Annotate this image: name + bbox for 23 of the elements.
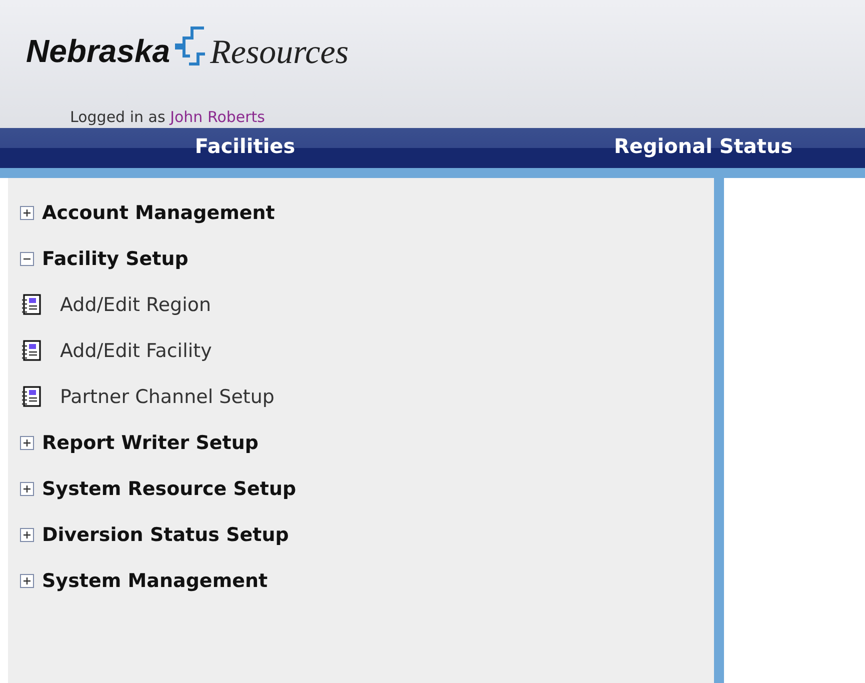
logo-subtitle: Resources bbox=[210, 36, 349, 70]
login-text: Logged in as John Roberts bbox=[69, 108, 266, 128]
page-icon bbox=[20, 386, 42, 408]
expand-icon[interactable] bbox=[20, 206, 34, 220]
menu-link[interactable]: Add/Edit Facility bbox=[60, 340, 212, 362]
menu-link[interactable]: Partner Channel Setup bbox=[60, 386, 274, 408]
expand-icon[interactable] bbox=[20, 574, 34, 588]
menu-section[interactable]: Account Management bbox=[42, 202, 275, 224]
expand-icon[interactable] bbox=[20, 528, 34, 542]
menu-section[interactable]: Facility Setup bbox=[42, 248, 188, 270]
nav-tab[interactable]: Regional Status bbox=[490, 128, 793, 158]
menu-link[interactable]: Add/Edit Region bbox=[60, 294, 212, 316]
nav-tab[interactable]: Facilities bbox=[0, 128, 490, 158]
expand-icon[interactable] bbox=[20, 482, 34, 496]
menu-section[interactable]: System Resource Setup bbox=[42, 478, 296, 500]
collapse-icon[interactable] bbox=[20, 252, 34, 266]
page-icon bbox=[20, 340, 42, 362]
menu-section[interactable]: Report Writer Setup bbox=[42, 432, 258, 454]
logo-text: Nebraska bbox=[26, 33, 170, 70]
menu-section[interactable]: Diversion Status Setup bbox=[42, 524, 289, 546]
page-icon bbox=[20, 294, 42, 316]
menu-section[interactable]: System Management bbox=[42, 570, 268, 592]
expand-icon[interactable] bbox=[20, 436, 34, 450]
